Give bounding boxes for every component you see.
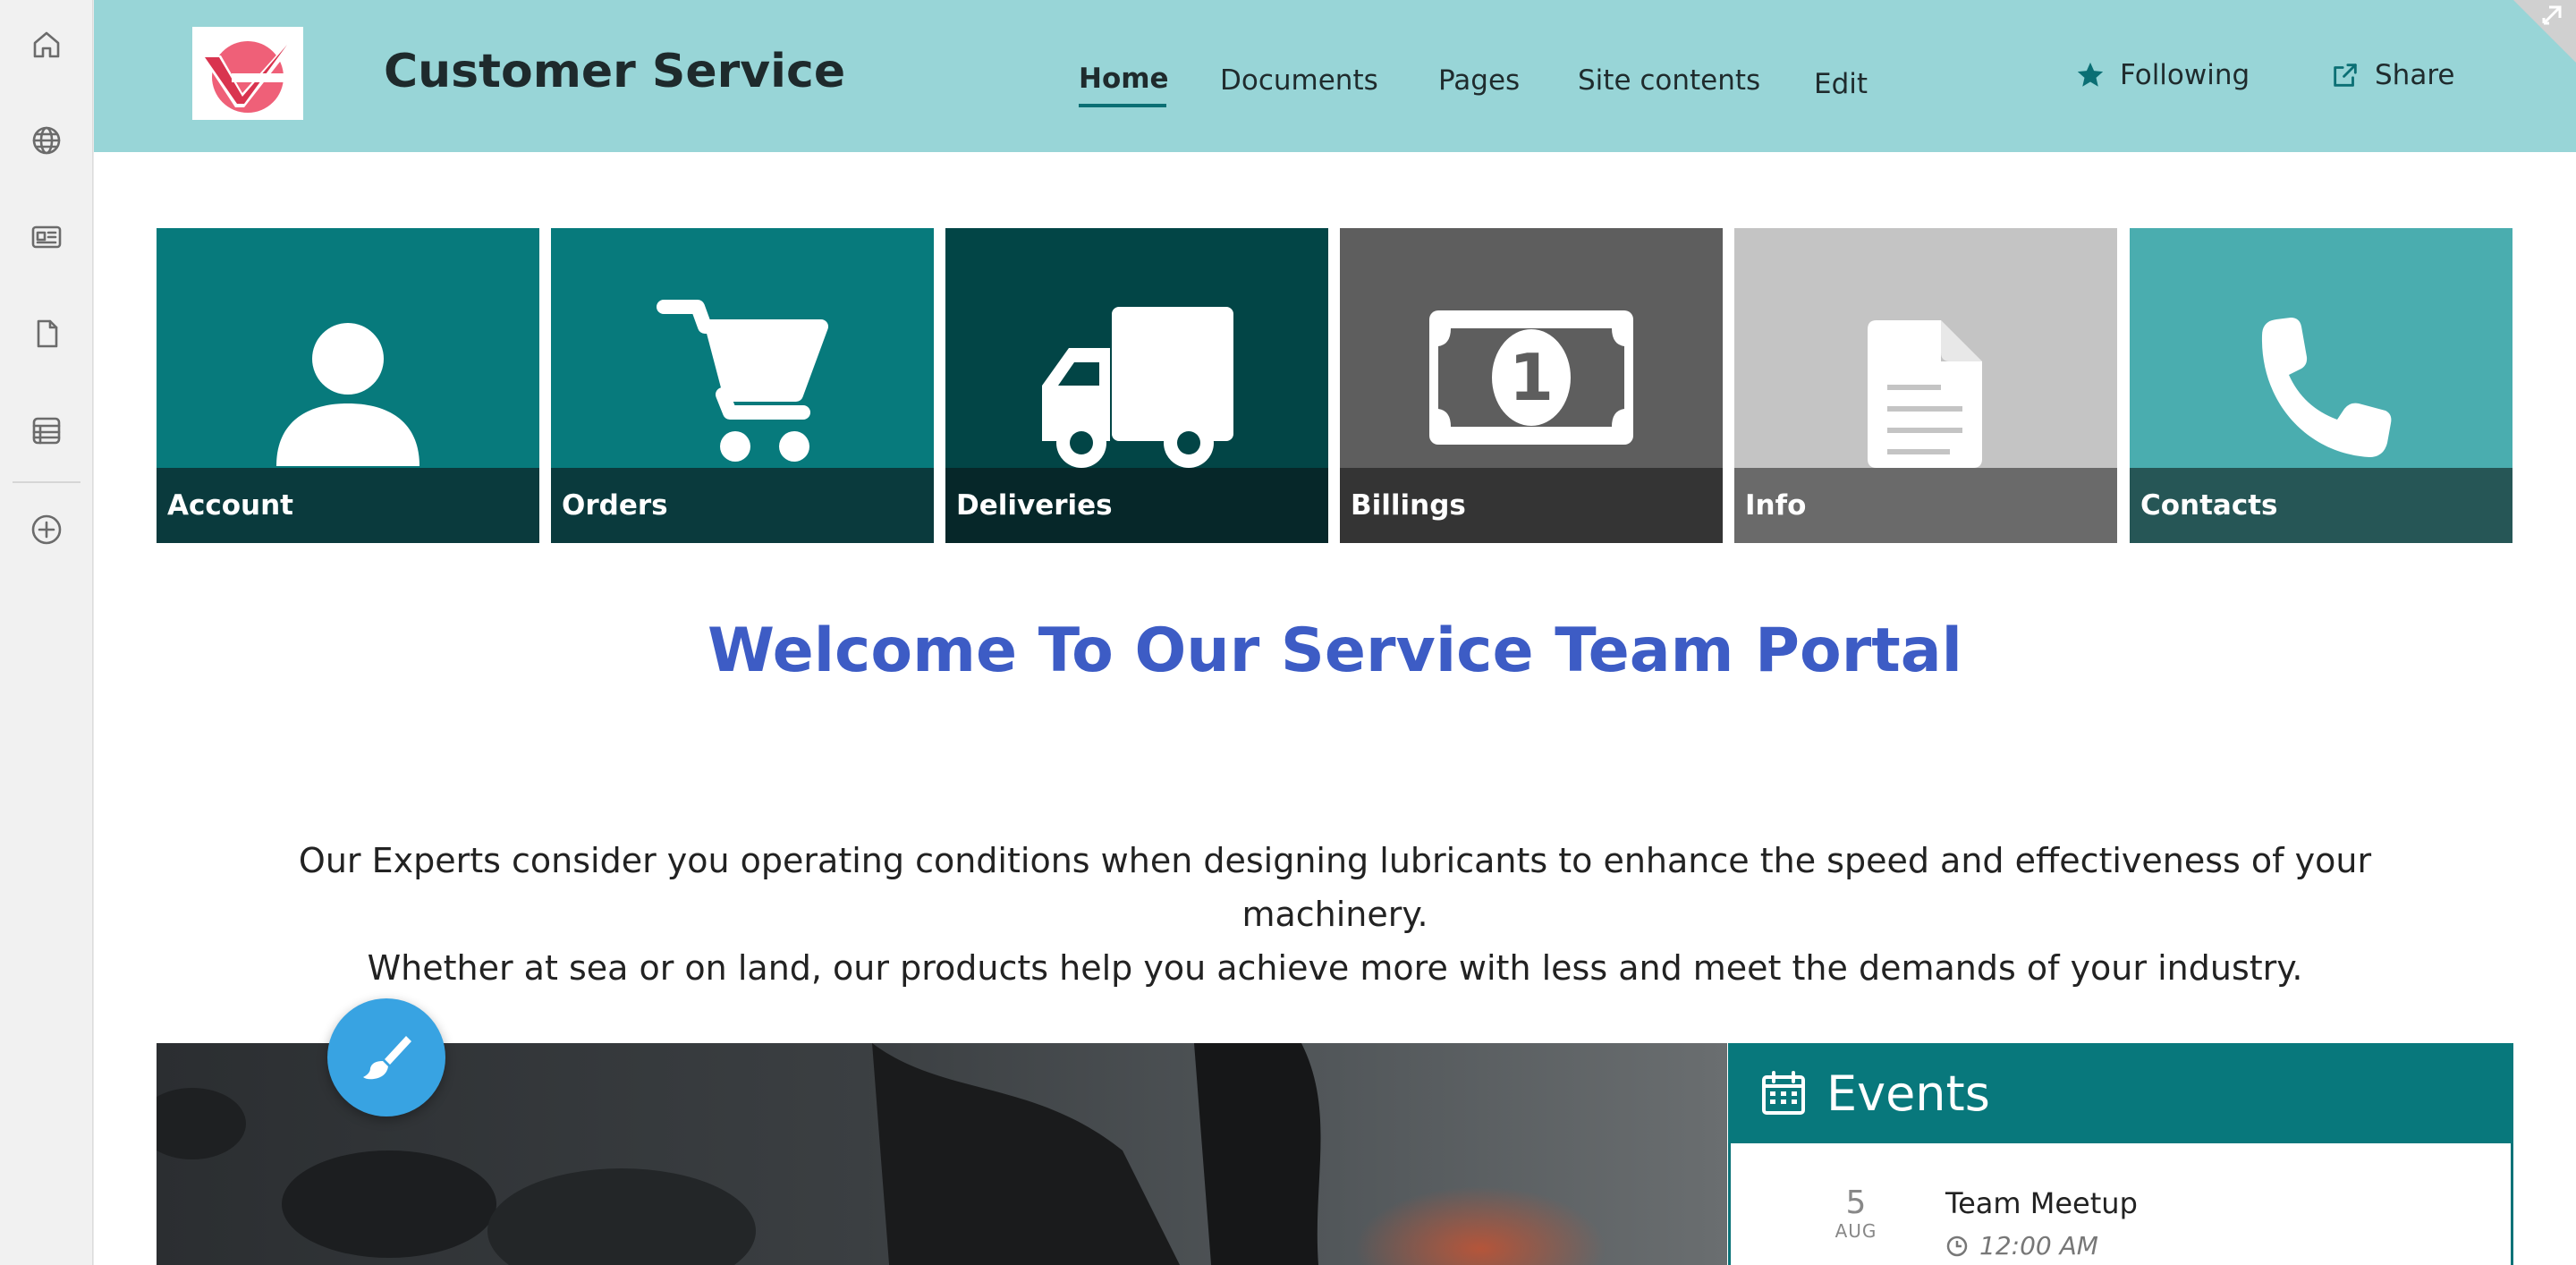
site-logo[interactable]	[192, 27, 303, 120]
intro-line-2: Whether at sea or on land, our products …	[367, 948, 2303, 988]
intro-text: Our Experts consider you operating condi…	[228, 834, 2442, 995]
home-icon[interactable]	[27, 25, 66, 64]
events-title: Events	[1826, 1065, 1990, 1122]
event-date: 5 AUG	[1829, 1184, 1883, 1243]
rail-divider	[13, 481, 80, 483]
tile-label: Deliveries	[945, 468, 1328, 543]
events-panel: Events 5 AUG Team Meetup 12:00 AM	[1728, 1043, 2513, 1265]
event-title[interactable]: Team Meetup	[1945, 1186, 2138, 1220]
news-icon[interactable]	[27, 217, 66, 257]
share-icon	[2334, 64, 2357, 87]
calendar-icon	[1762, 1071, 1805, 1115]
person-icon	[276, 323, 419, 466]
tile-billings[interactable]: 1 Billings	[1340, 228, 1723, 543]
truck-icon	[1042, 307, 1233, 468]
nav-edit[interactable]: Edit	[1814, 68, 1868, 100]
tile-label: Orders	[551, 468, 934, 543]
share-button[interactable]: Share	[2330, 59, 2454, 91]
nav-home[interactable]: Home	[1079, 63, 1169, 95]
nav-pages[interactable]: Pages	[1438, 64, 1520, 97]
resize-handle-icon[interactable]	[2504, 0, 2576, 63]
left-rail	[0, 0, 93, 1265]
tile-label: Account	[157, 468, 539, 543]
following-button[interactable]: Following	[2075, 59, 2250, 91]
document-icon[interactable]	[27, 314, 66, 353]
tile-label: Info	[1734, 468, 2117, 543]
site-frame: Customer Service Home Documents Pages Si…	[94, 0, 2576, 1265]
site-title[interactable]: Customer Service	[384, 45, 845, 98]
tile-deliveries[interactable]: Deliveries	[945, 228, 1328, 543]
svg-text:1: 1	[1509, 340, 1554, 415]
event-time-label: 12:00 AM	[1979, 1231, 2098, 1261]
phone-icon	[2261, 318, 2392, 457]
following-label: Following	[2120, 59, 2250, 91]
event-month: AUG	[1835, 1220, 1877, 1242]
share-label: Share	[2375, 59, 2455, 91]
tile-info[interactable]: Info	[1734, 228, 2117, 543]
events-header: Events	[1728, 1043, 2513, 1143]
star-icon	[2077, 62, 2104, 87]
tile-account[interactable]: Account	[157, 228, 539, 543]
nav-documents[interactable]: Documents	[1220, 64, 1378, 97]
theme-brush-button[interactable]	[327, 998, 445, 1116]
paintbrush-icon	[363, 1036, 411, 1080]
cart-icon	[657, 300, 828, 462]
welcome-heading: Welcome To Our Service Team Portal	[708, 616, 1962, 686]
nav-active-indicator	[1079, 104, 1166, 107]
intro-line-1: Our Experts consider you operating condi…	[298, 841, 2372, 934]
event-time: 12:00 AM	[1945, 1231, 2098, 1261]
tile-orders[interactable]: Orders	[551, 228, 934, 543]
site-header: Customer Service Home Documents Pages Si…	[94, 0, 2576, 152]
tile-contacts[interactable]: Contacts	[2130, 228, 2512, 543]
banknote-icon: 1	[1429, 310, 1633, 445]
nav-site-contents[interactable]: Site contents	[1578, 64, 1760, 97]
add-circle-icon[interactable]	[27, 510, 66, 549]
tile-label: Contacts	[2130, 468, 2512, 543]
clock-icon	[1946, 1235, 1968, 1256]
globe-icon[interactable]	[27, 121, 66, 160]
event-day: 5	[1845, 1184, 1867, 1221]
tile-label: Billings	[1340, 468, 1723, 543]
file-icon	[1868, 320, 1982, 468]
list-icon[interactable]	[27, 411, 66, 450]
